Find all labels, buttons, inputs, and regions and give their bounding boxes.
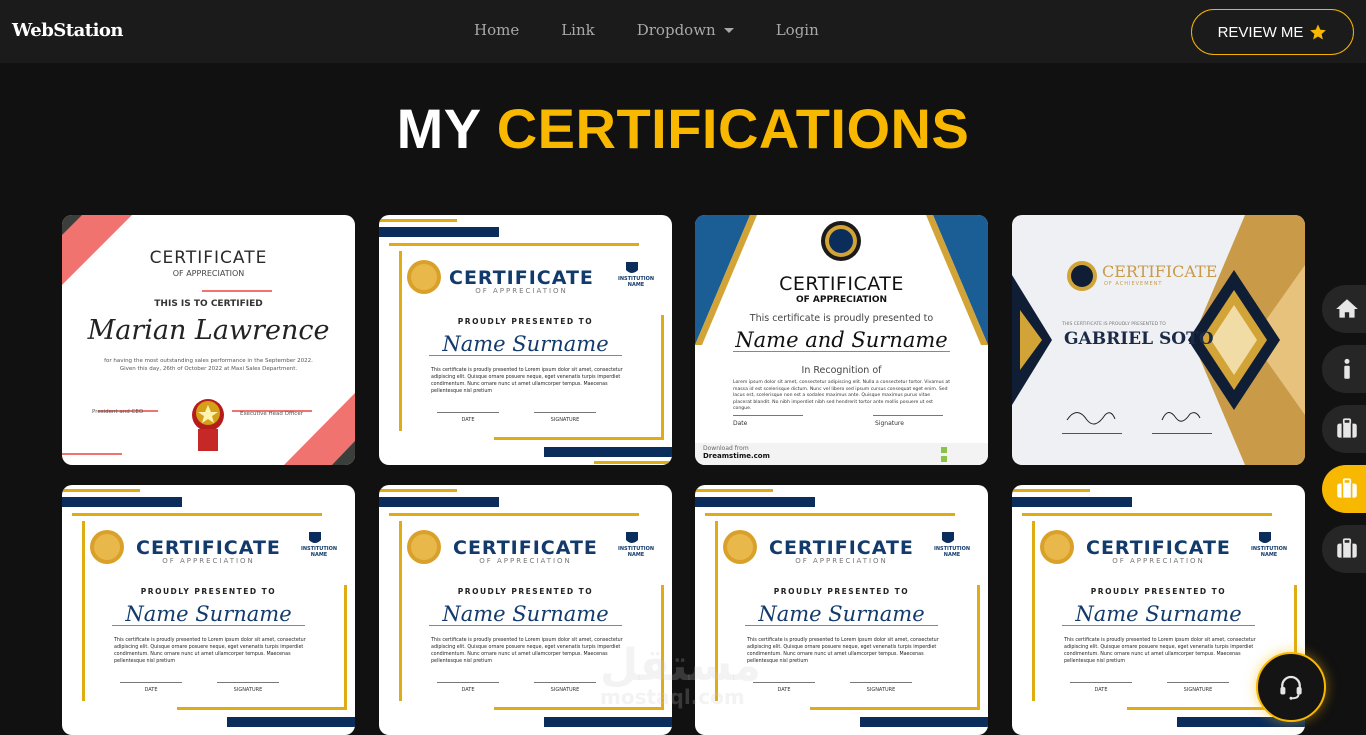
nav-links: Home Link Dropdown Login (474, 21, 861, 39)
cert-recipient-name: Name Surname (442, 332, 609, 356)
cert-presented: This certificate is proudly presented to (749, 313, 934, 324)
cert-date: DATE (1094, 687, 1108, 693)
cert-signer-2: Executive Head Officer (240, 411, 303, 417)
review-me-button[interactable]: REVIEW ME (1191, 9, 1354, 55)
cert-presented: PROUDLY PRESENTED TO (1090, 587, 1227, 596)
cert-signature: Signature (875, 420, 904, 427)
cert-signature: SIGNATURE (550, 687, 580, 693)
cert-body: This certificate is proudly presented to… (431, 368, 623, 394)
cert-recipient-name: Marian Lawrence (87, 315, 330, 346)
nav-link-login[interactable]: Login (776, 21, 819, 39)
cert-signer-1: President and CEO (92, 409, 144, 415)
cert-heading: CERTIFICATE (779, 273, 904, 295)
cert-sub: OF ACHIEVEMENT (1104, 281, 1163, 287)
cert-body: This certificate is proudly presented to… (431, 638, 623, 664)
cert-line: THIS IS TO CERTIFIED (154, 299, 263, 309)
certificate-card-1[interactable]: CERTIFICATE OF APPRECIATION THIS IS TO C… (62, 215, 355, 465)
nav-dropdown-label: Dropdown (636, 21, 716, 39)
cert-sub: OF APPRECIATION (475, 287, 568, 295)
navbar: WebStation Home Link Dropdown Login REVI… (0, 0, 1366, 63)
cert-body: This certificate is proudly presented to… (747, 638, 939, 664)
cert-body: This certificate is proudly presented to… (114, 638, 306, 664)
nav-link-link[interactable]: Link (561, 21, 595, 39)
cert-institution: INSTITUTION NAME (933, 546, 971, 558)
certificate-card-3[interactable]: CERTIFICATE OF APPRECIATION This certifi… (695, 215, 988, 465)
title-part-2: CERTIFICATIONS (496, 97, 970, 160)
cert-recipient-name: Name Surname (758, 602, 925, 626)
home-icon (1336, 299, 1358, 318)
star-icon (1310, 24, 1327, 40)
page-title: MY CERTIFICATIONS (0, 96, 1366, 161)
caret-down-icon (723, 27, 734, 33)
cert-institution: INSTITUTION NAME (617, 546, 655, 558)
cert-heading: CERTIFICATE (136, 537, 281, 559)
cert-heading: CERTIFICATE (1086, 537, 1231, 559)
cert-presented: PROUDLY PRESENTED TO (773, 587, 910, 596)
cert-body: Lorem ipsum dolor sit amet, consectetur … (733, 380, 951, 411)
cert-date: Date (733, 420, 748, 427)
cert-recipient-name: Name Surname (442, 602, 609, 626)
cert-signature: SIGNATURE (550, 417, 580, 423)
watermark: مستقل mostaql.com (600, 640, 761, 709)
briefcase-icon (1337, 418, 1357, 438)
cert-recognition: In Recognition of (801, 365, 882, 376)
cert-signature: SIGNATURE (866, 687, 896, 693)
cert-date: DATE (144, 687, 158, 693)
cert-institution: INSTITUTION NAME (1250, 546, 1288, 558)
cert-heading: CERTIFICATE (769, 537, 914, 559)
cert-body: for having the most outstanding sales pe… (104, 358, 313, 372)
briefcase-icon (1337, 538, 1357, 558)
cert-presented: THIS CERTIFICATE IS PROUDLY PRESENTED TO (1062, 322, 1166, 327)
cert-sub: OF APPRECIATION (795, 557, 888, 565)
cert-body: This certificate is proudly presented to… (1064, 638, 1256, 664)
cert-recipient-name: Name Surname (125, 602, 292, 626)
cert-presented: PROUDLY PRESENTED TO (457, 587, 594, 596)
certificate-card-4[interactable]: CERTIFICATE OF ACHIEVEMENT THIS CERTIFIC… (1012, 215, 1305, 465)
watermark-latin: mostaql.com (600, 685, 745, 709)
dock-projects-button[interactable] (1322, 525, 1366, 573)
dock-home-button[interactable] (1322, 285, 1366, 333)
info-icon (1344, 358, 1350, 379)
briefcase-icon (1337, 478, 1357, 498)
nav-link-home[interactable]: Home (474, 21, 519, 39)
cert-heading: CERTIFICATE (1102, 262, 1218, 281)
brand-logo[interactable]: WebStation (12, 20, 124, 41)
cert-sub: OF APPRECIATION (172, 269, 245, 278)
certificate-card-2[interactable]: CERTIFICATE OF APPRECIATION INSTITUTION … (379, 215, 672, 465)
nav-dropdown[interactable]: Dropdown (637, 21, 734, 39)
cert-sub: OF APPRECIATION (1112, 557, 1205, 565)
download-label: Download from (703, 445, 749, 452)
download-site: Dreamstime.com (703, 452, 770, 460)
headset-icon (1280, 675, 1302, 700)
cert-presented: PROUDLY PRESENTED TO (457, 317, 594, 326)
review-me-label: REVIEW ME (1217, 23, 1304, 41)
cert-signature: SIGNATURE (1183, 687, 1213, 693)
cert-sub: OF APPRECIATION (479, 557, 572, 565)
cert-sub: OF APPRECIATION (795, 295, 888, 305)
cert-date: DATE (461, 417, 475, 423)
cert-date: DATE (777, 687, 791, 693)
support-chat-button[interactable] (1256, 652, 1326, 722)
title-part-1: MY (396, 97, 481, 160)
dock-about-button[interactable] (1322, 345, 1366, 393)
watermark-arabic: مستقل (600, 640, 761, 691)
cert-recipient-name: Name and Surname (735, 328, 948, 352)
cert-institution: INSTITUTION NAME (617, 276, 655, 288)
dock-portfolio-button[interactable] (1322, 405, 1366, 453)
cert-signature: SIGNATURE (233, 687, 263, 693)
cert-heading: CERTIFICATE (149, 248, 268, 268)
cert-recipient-name: Name Surname (1075, 602, 1242, 626)
cert-sub: OF APPRECIATION (162, 557, 255, 565)
cert-heading: CERTIFICATE (453, 537, 598, 559)
cert-presented: PROUDLY PRESENTED TO (140, 587, 277, 596)
certificate-card-5[interactable]: CERTIFICATE OF APPRECIATION INSTITUTION … (62, 485, 355, 735)
cert-institution: INSTITUTION NAME (300, 546, 338, 558)
dock-certifications-button[interactable] (1322, 465, 1366, 513)
cert-recipient-name: GABRIEL SOTO (1064, 329, 1214, 349)
cert-heading: CERTIFICATE (449, 267, 594, 289)
cert-date: DATE (461, 687, 475, 693)
